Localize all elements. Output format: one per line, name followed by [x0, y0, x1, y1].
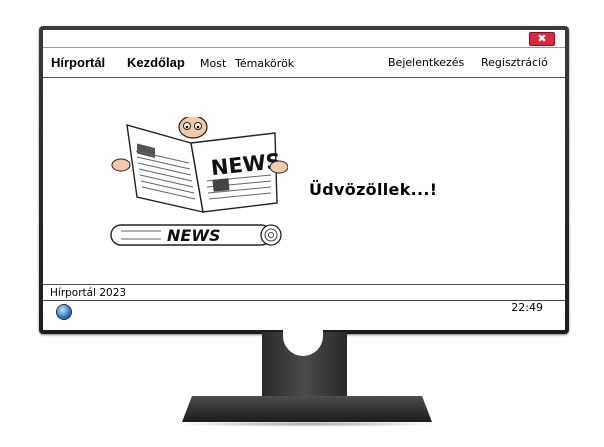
nav-link-home[interactable]: Kezdőlap [127, 55, 185, 70]
nav-link-login[interactable]: Bejelentkezés [388, 56, 464, 69]
welcome-message: Üdvözöllek...! [309, 180, 438, 199]
nav-link-topics[interactable]: Témakörök [235, 57, 294, 70]
footer-copyright: Hírportál 2023 [50, 287, 127, 299]
os-taskbar: 22:49 [43, 300, 565, 330]
windows-start-icon[interactable] [57, 305, 71, 319]
rolled-newspaper-label: NEWS [167, 226, 221, 245]
main-content: NEWS NEWS Üdvözöllek...! [43, 79, 565, 284]
navbar: Hírportál Kezdőlap Most Témakörök Bejele… [43, 48, 565, 78]
site-brand[interactable]: Hírportál [51, 55, 105, 70]
monitor-stand-base [182, 396, 432, 422]
nav-link-register[interactable]: Regisztráció [481, 56, 548, 69]
close-icon: ✖ [537, 32, 547, 45]
close-button[interactable]: ✖ [529, 32, 555, 46]
monitor-screen: ✖ Hírportál Kezdőlap Most Témakörök Beje… [43, 30, 565, 330]
newspaper-reader-illustration: NEWS NEWS [110, 117, 288, 246]
window-titlebar: ✖ [43, 30, 565, 48]
monitor-base-shadow [175, 421, 440, 427]
taskbar-clock: 22:49 [511, 301, 543, 314]
nav-link-now[interactable]: Most [200, 57, 226, 70]
page-footer: Hírportál 2023 [43, 284, 565, 300]
